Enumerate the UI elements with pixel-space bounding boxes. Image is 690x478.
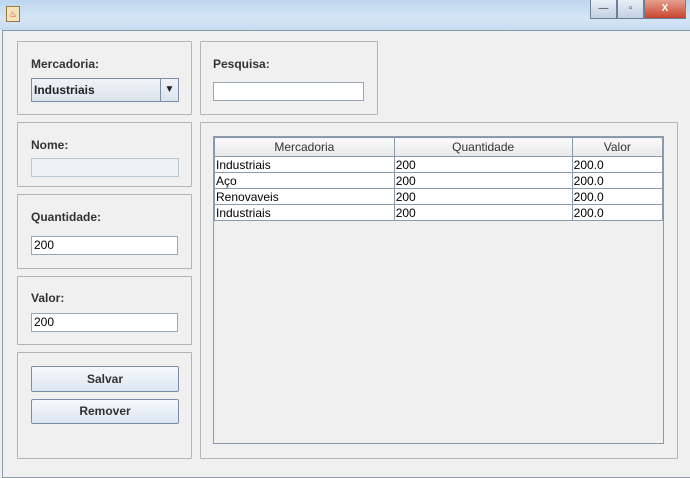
column-header-mercadoria[interactable]: Mercadoria [214,137,395,157]
cell-mercadoria: Renovaveis [214,188,395,205]
quantidade-input[interactable]: 200 [31,236,178,255]
salvar-button[interactable]: Salvar [31,366,179,392]
cell-valor: 200.0 [571,188,663,205]
remover-button[interactable]: Remover [31,399,179,424]
chevron-down-icon[interactable]: ▼ [160,79,178,101]
column-header-valor[interactable]: Valor [571,137,663,157]
quantidade-panel [17,194,192,269]
mercadorias-table: Mercadoria Quantidade Valor Industriais 2… [214,137,663,221]
table-row[interactable]: Aço 200 200.0 [214,172,663,189]
java-icon: ♨ [6,6,20,22]
valor-label: Valor: [31,291,65,305]
nome-input[interactable] [31,158,179,177]
cell-mercadoria: Aço [214,172,395,189]
cell-mercadoria: Industriais [214,204,395,221]
cell-quantidade: 200 [393,172,573,189]
mercadoria-combobox[interactable]: Industriais ▼ [31,78,179,102]
quantidade-label: Quantidade: [31,210,102,224]
cell-valor: 200.0 [571,204,663,221]
valor-panel [17,276,192,345]
pesquisa-panel [200,41,378,115]
cell-quantidade: 200 [393,156,573,173]
table-scrollpane: Mercadoria Quantidade Valor Industriais 2… [213,136,664,444]
pesquisa-input[interactable] [213,82,364,101]
valor-input[interactable]: 200 [31,313,178,332]
minimize-button[interactable]: — [590,0,617,19]
table-row[interactable]: Industriais 200 200.0 [214,204,663,221]
title-bar: ♨ — ▫ X [0,0,690,30]
cell-mercadoria: Industriais [214,156,395,173]
nome-panel [17,122,192,187]
mercadoria-selected: Industriais [34,83,95,97]
mercadoria-label: Mercadoria: [31,57,100,71]
column-header-quantidade[interactable]: Quantidade [393,137,573,157]
cell-quantidade: 200 [393,204,573,221]
cell-valor: 200.0 [571,172,663,189]
maximize-button[interactable]: ▫ [617,0,644,19]
table-row[interactable]: Renovaveis 200 200.0 [214,188,663,205]
close-button[interactable]: X [644,0,686,19]
nome-label: Nome: [31,138,69,152]
cell-valor: 200.0 [571,156,663,173]
table-row[interactable]: Industriais 200 200.0 [214,156,663,173]
pesquisa-label: Pesquisa: [213,57,270,71]
cell-quantidade: 200 [393,188,573,205]
